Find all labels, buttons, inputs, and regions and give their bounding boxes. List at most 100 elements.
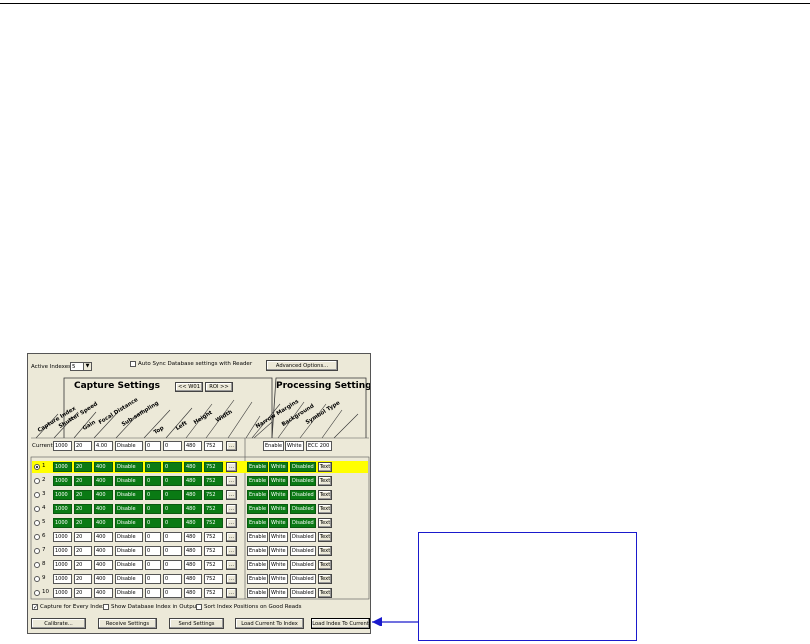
text-button[interactable]: Text xyxy=(318,518,332,528)
processing-field[interactable]: Disabled xyxy=(290,476,316,486)
current-processing-field[interactable]: Enable xyxy=(263,441,284,451)
load-index-to-current-button[interactable]: Load Index To Current xyxy=(311,618,370,629)
capture-field[interactable]: 1000 xyxy=(53,504,72,514)
capture-field[interactable]: 0 xyxy=(145,546,161,556)
current-capture-field[interactable]: 752 xyxy=(204,441,223,451)
capture-field[interactable]: 480 xyxy=(184,574,202,584)
current-more-button[interactable]: ... xyxy=(226,441,237,451)
row-more-button[interactable]: ... xyxy=(226,462,237,472)
capture-field[interactable]: 400 xyxy=(94,518,113,528)
capture-field[interactable]: 480 xyxy=(184,504,202,514)
capture-field[interactable]: 0 xyxy=(163,518,182,528)
capture-field[interactable]: Disable xyxy=(115,588,143,598)
calibrate-button[interactable]: Calibrate... xyxy=(31,618,86,629)
capture-field[interactable]: 400 xyxy=(94,504,113,514)
capture-field[interactable]: 20 xyxy=(74,546,92,556)
capture-field[interactable]: 400 xyxy=(94,532,113,542)
processing-field[interactable]: White xyxy=(269,546,288,556)
index-radio[interactable] xyxy=(34,548,40,554)
capture-field[interactable]: 0 xyxy=(145,560,161,570)
current-processing-field[interactable]: White xyxy=(285,441,304,451)
capture-field[interactable]: 0 xyxy=(145,462,161,472)
processing-field[interactable]: Enable xyxy=(247,518,268,528)
capture-field[interactable]: Disable xyxy=(115,532,143,542)
capture-field[interactable]: 0 xyxy=(163,546,182,556)
processing-field[interactable]: Disabled xyxy=(290,532,316,542)
current-capture-field[interactable]: Disable xyxy=(115,441,143,451)
capture-field[interactable]: 752 xyxy=(204,518,223,528)
index-radio[interactable] xyxy=(34,464,40,470)
capture-field[interactable]: 752 xyxy=(204,476,223,486)
capture-field[interactable]: 1000 xyxy=(53,518,72,528)
capture-field[interactable]: 1000 xyxy=(53,588,72,598)
capture-field[interactable]: 752 xyxy=(204,588,223,598)
processing-field[interactable]: White xyxy=(269,490,288,500)
capture-field[interactable]: 400 xyxy=(94,560,113,570)
roi-button[interactable]: ROI >> xyxy=(205,382,233,392)
row-more-button[interactable]: ... xyxy=(226,476,237,486)
capture-field[interactable]: 20 xyxy=(74,532,92,542)
processing-field[interactable]: White xyxy=(269,574,288,584)
processing-field[interactable]: Enable xyxy=(247,588,268,598)
show-db-index-checkbox[interactable] xyxy=(103,604,109,610)
capture-field[interactable]: 480 xyxy=(184,462,202,472)
capture-field[interactable]: 752 xyxy=(204,546,223,556)
processing-field[interactable]: White xyxy=(269,532,288,542)
capture-field[interactable]: 0 xyxy=(163,504,182,514)
processing-field[interactable]: Enable xyxy=(247,490,268,500)
processing-field[interactable]: Enable xyxy=(247,560,268,570)
capture-field[interactable]: 20 xyxy=(74,476,92,486)
capture-field[interactable]: 0 xyxy=(163,532,182,542)
sort-index-checkbox[interactable] xyxy=(196,604,202,610)
current-capture-field[interactable]: 20 xyxy=(74,441,92,451)
index-radio[interactable] xyxy=(34,520,40,526)
capture-field[interactable]: 400 xyxy=(94,490,113,500)
capture-field[interactable]: 400 xyxy=(94,588,113,598)
load-current-to-index-button[interactable]: Load Current To Index xyxy=(235,618,304,629)
capture-field[interactable]: Disable xyxy=(115,490,143,500)
index-radio[interactable] xyxy=(34,576,40,582)
processing-field[interactable]: Disabled xyxy=(290,504,316,514)
capture-field[interactable]: 400 xyxy=(94,462,113,472)
capture-every-checkbox[interactable]: ✓ xyxy=(32,604,38,611)
capture-field[interactable]: 480 xyxy=(184,532,202,542)
capture-field[interactable]: 400 xyxy=(94,574,113,584)
capture-field[interactable]: 0 xyxy=(145,574,161,584)
wo1-button[interactable]: << W01 xyxy=(175,382,203,392)
capture-field[interactable]: 20 xyxy=(74,574,92,584)
capture-field[interactable]: 480 xyxy=(184,490,202,500)
capture-field[interactable]: 752 xyxy=(204,504,223,514)
row-more-button[interactable]: ... xyxy=(226,490,237,500)
row-more-button[interactable]: ... xyxy=(226,546,237,556)
capture-field[interactable]: 752 xyxy=(204,490,223,500)
text-button[interactable]: Text xyxy=(318,476,332,486)
capture-field[interactable]: 480 xyxy=(184,476,202,486)
capture-field[interactable]: Disable xyxy=(115,462,143,472)
capture-field[interactable]: 0 xyxy=(163,462,182,472)
processing-field[interactable]: Enable xyxy=(247,462,268,472)
capture-field[interactable]: 400 xyxy=(94,546,113,556)
index-radio[interactable] xyxy=(34,492,40,498)
capture-field[interactable]: Disable xyxy=(115,504,143,514)
receive-settings-button[interactable]: Receive Settings xyxy=(98,618,157,629)
capture-field[interactable]: 0 xyxy=(163,490,182,500)
processing-field[interactable]: Enable xyxy=(247,476,268,486)
processing-field[interactable]: Enable xyxy=(247,532,268,542)
capture-field[interactable]: 1000 xyxy=(53,476,72,486)
processing-field[interactable]: White xyxy=(269,560,288,570)
capture-field[interactable]: 20 xyxy=(74,504,92,514)
current-processing-field[interactable]: ECC 200 xyxy=(306,441,332,451)
current-capture-field[interactable]: 1000 xyxy=(53,441,72,451)
current-capture-field[interactable]: 0 xyxy=(163,441,182,451)
processing-field[interactable]: White xyxy=(269,588,288,598)
processing-field[interactable]: Disabled xyxy=(290,546,316,556)
capture-field[interactable]: 480 xyxy=(184,588,202,598)
index-radio[interactable] xyxy=(34,478,40,484)
capture-field[interactable]: 0 xyxy=(145,588,161,598)
index-radio[interactable] xyxy=(34,534,40,540)
send-settings-button[interactable]: Send Settings xyxy=(169,618,224,629)
capture-field[interactable]: 20 xyxy=(74,518,92,528)
capture-field[interactable]: 1000 xyxy=(53,532,72,542)
capture-field[interactable]: 480 xyxy=(184,518,202,528)
processing-field[interactable]: Enable xyxy=(247,574,268,584)
